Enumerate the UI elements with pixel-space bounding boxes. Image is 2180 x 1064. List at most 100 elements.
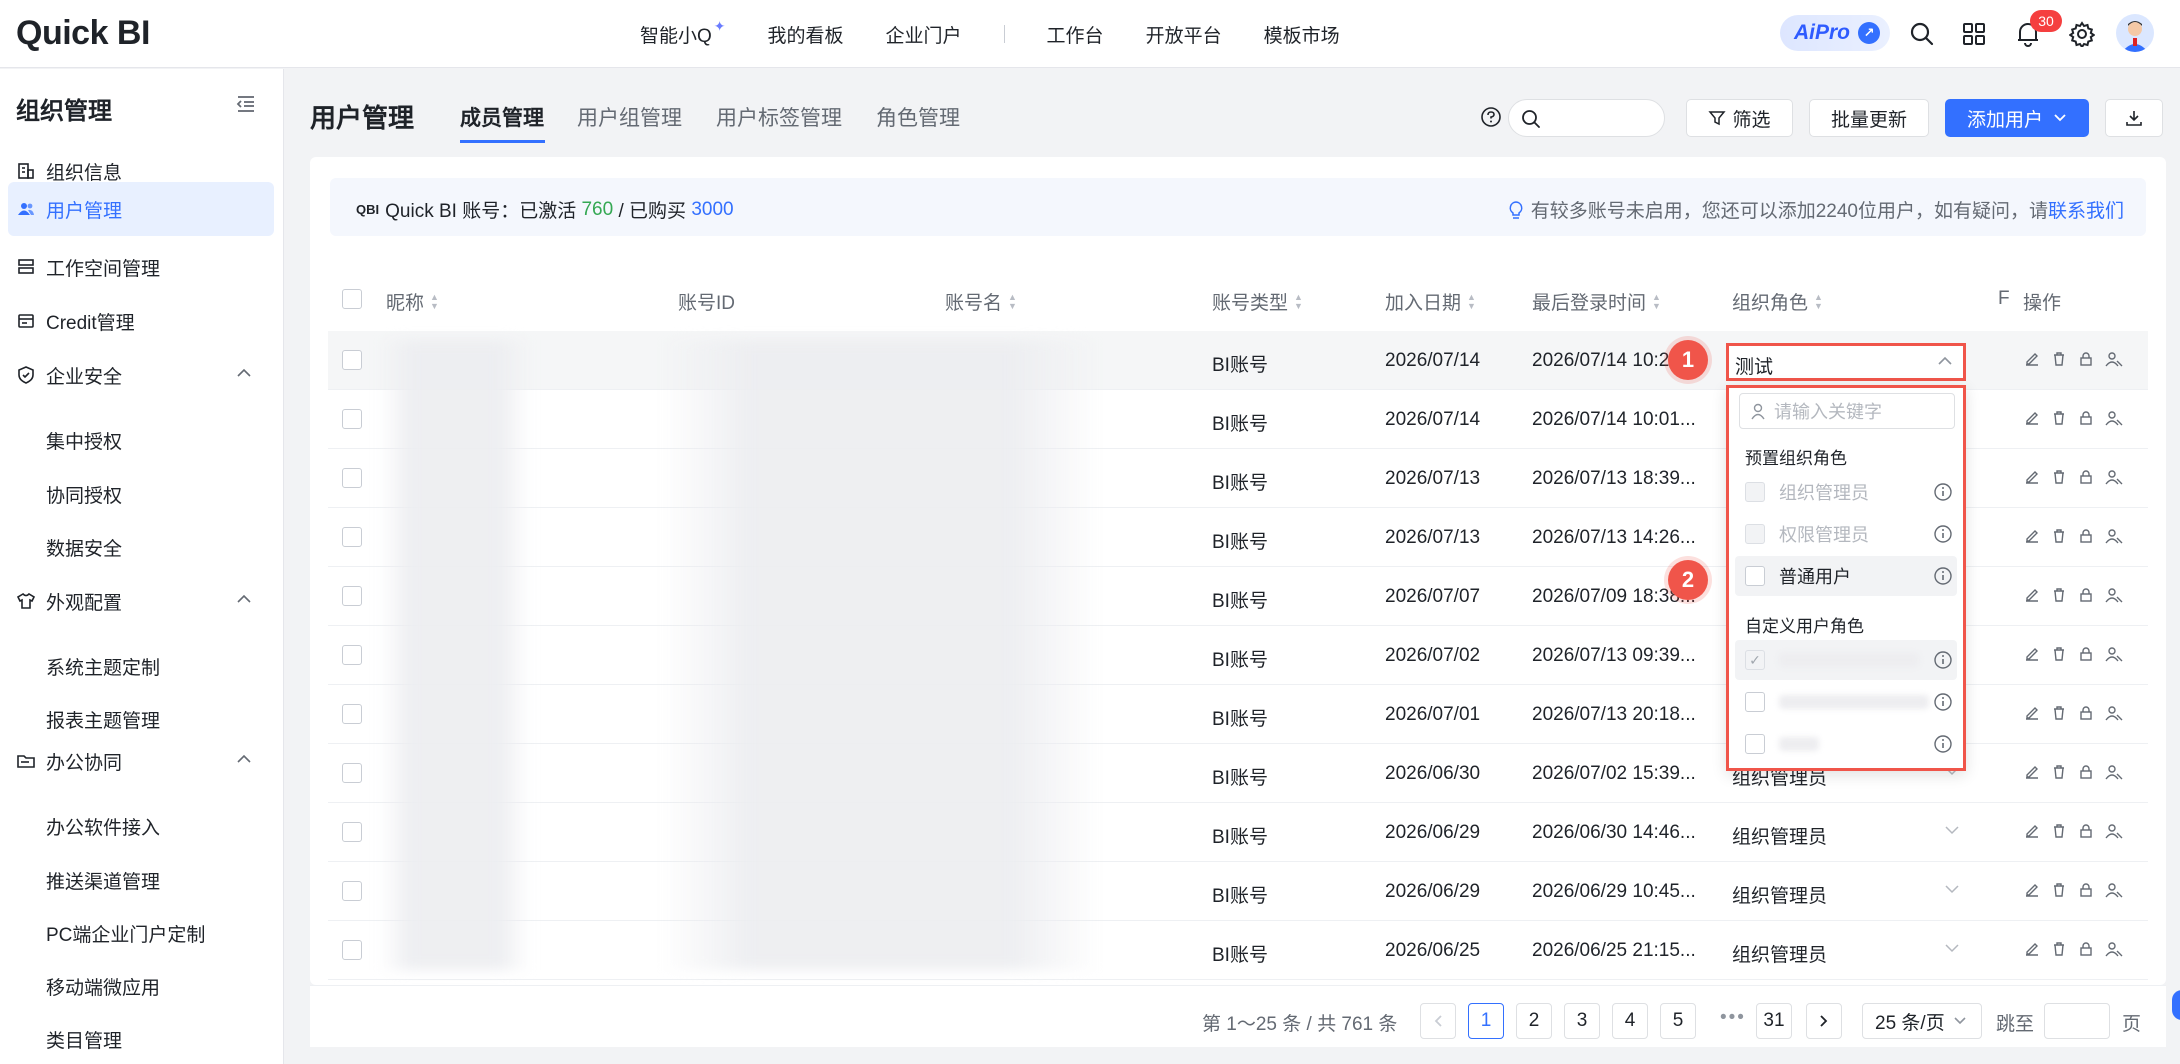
sort-icon[interactable]: ▲ ▼	[1652, 292, 1661, 311]
table-row[interactable]: BI账号 2026/06/29 2026/06/29 10:45... 组织管理员	[328, 862, 2148, 921]
row-checkbox[interactable]	[342, 822, 362, 842]
tab-members[interactable]: 成员管理	[460, 102, 544, 132]
user-transfer-icon[interactable]	[2105, 587, 2123, 603]
role-option-normal-user[interactable]: 普通用户	[1735, 556, 1957, 596]
top-menu-workbench[interactable]: 工作台	[1047, 21, 1104, 48]
user-transfer-icon[interactable]	[2105, 646, 2123, 662]
role-checkbox[interactable]	[1745, 566, 1765, 586]
trash-icon[interactable]	[2051, 469, 2067, 485]
column-account-name[interactable]: 账号名 ▲ ▼	[945, 288, 1017, 315]
edit-icon[interactable]	[2024, 705, 2040, 721]
page-button-4[interactable]: 4	[1612, 1003, 1648, 1039]
sort-icon[interactable]: ▲ ▼	[430, 292, 439, 311]
org-role-cell[interactable]: 组织管理员	[1732, 940, 1827, 967]
user-transfer-icon[interactable]	[2105, 705, 2123, 721]
lock-icon[interactable]	[2078, 469, 2094, 485]
trash-icon[interactable]	[2051, 882, 2067, 898]
lock-icon[interactable]	[2078, 587, 2094, 603]
chevron-down-icon[interactable]	[1944, 884, 1960, 894]
lock-icon[interactable]	[2078, 528, 2094, 544]
chevron-down-icon[interactable]	[1944, 943, 1960, 953]
sidebar-item-system-theme[interactable]: 系统主题定制	[46, 653, 160, 680]
sidebar-item-report-theme[interactable]: 报表主题管理	[46, 706, 160, 733]
edit-icon[interactable]	[2024, 351, 2040, 367]
checked-checkbox-icon[interactable]: ✓	[1745, 650, 1765, 670]
trash-icon[interactable]	[2051, 646, 2067, 662]
top-menu-smart-q[interactable]: 智能小Q ✦	[640, 18, 726, 48]
quick-bi-logo[interactable]: Quick BI	[16, 14, 150, 53]
search-input[interactable]	[1508, 99, 1665, 137]
sidebar-item-category[interactable]: 类目管理	[46, 1026, 122, 1053]
row-checkbox[interactable]	[342, 468, 362, 488]
trash-icon[interactable]	[2051, 351, 2067, 367]
sort-icon[interactable]: ▲ ▼	[1814, 292, 1823, 311]
user-transfer-icon[interactable]	[2105, 823, 2123, 839]
edit-icon[interactable]	[2024, 587, 2040, 603]
org-role-cell[interactable]: 组织管理员	[1732, 881, 1827, 908]
avatar[interactable]	[2116, 14, 2154, 52]
apps-grid-icon[interactable]	[1958, 18, 1990, 50]
table-row[interactable]: BI账号 2026/06/25 2026/06/25 21:15... 组织管理员	[328, 921, 2148, 980]
column-org-role[interactable]: 组织角色 ▲ ▼	[1732, 288, 1823, 315]
edit-icon[interactable]	[2024, 410, 2040, 426]
user-transfer-icon[interactable]	[2105, 528, 2123, 544]
edit-icon[interactable]	[2024, 469, 2040, 485]
edit-icon[interactable]	[2024, 764, 2040, 780]
column-join-date[interactable]: 加入日期 ▲ ▼	[1385, 288, 1476, 315]
batch-update-button[interactable]: 批量更新	[1809, 99, 1929, 137]
trash-icon[interactable]	[2051, 764, 2067, 780]
info-icon[interactable]	[1933, 650, 1953, 670]
page-button-5[interactable]: 5	[1660, 1003, 1696, 1039]
contact-us-link[interactable]: 联系我们	[2048, 196, 2124, 223]
sidebar-item-mobile-app[interactable]: 移动端微应用	[46, 973, 160, 1000]
sidebar-item-collab-auth[interactable]: 协同授权	[46, 481, 122, 508]
role-search-input[interactable]: 请输入关键字	[1739, 393, 1955, 429]
collapse-menu-icon[interactable]	[236, 95, 256, 119]
row-checkbox[interactable]	[342, 409, 362, 429]
lock-icon[interactable]	[2078, 941, 2094, 957]
role-option-custom-1[interactable]: ✓	[1735, 640, 1957, 680]
lock-icon[interactable]	[2078, 764, 2094, 780]
add-user-button[interactable]: 添加用户	[1945, 99, 2089, 137]
sidebar-item-office-software[interactable]: 办公软件接入	[46, 813, 160, 840]
role-option-custom-3[interactable]	[1735, 724, 1957, 764]
row-checkbox[interactable]	[342, 586, 362, 606]
row-checkbox[interactable]	[342, 527, 362, 547]
sidebar-item-workspace[interactable]: 工作空间管理	[8, 240, 274, 294]
trash-icon[interactable]	[2051, 587, 2067, 603]
top-menu-open-platform[interactable]: 开放平台	[1146, 21, 1222, 48]
role-checkbox[interactable]	[1745, 734, 1765, 754]
trash-icon[interactable]	[2051, 941, 2067, 957]
sort-icon[interactable]: ▲ ▼	[1467, 292, 1476, 311]
select-all-checkbox[interactable]	[342, 289, 362, 309]
lock-icon[interactable]	[2078, 882, 2094, 898]
user-transfer-icon[interactable]	[2105, 941, 2123, 957]
info-icon[interactable]	[1933, 566, 1953, 586]
table-row[interactable]: BI账号 2026/06/29 2026/06/30 14:46... 组织管理员	[328, 803, 2148, 862]
sidebar-item-appearance[interactable]: 外观配置	[8, 574, 274, 628]
filter-button[interactable]: 筛选	[1686, 99, 1793, 137]
user-transfer-icon[interactable]	[2105, 469, 2123, 485]
lock-icon[interactable]	[2078, 410, 2094, 426]
sidebar-item-user-management[interactable]: 用户管理	[8, 182, 274, 236]
gear-icon[interactable]	[2066, 18, 2098, 50]
ai-pro-button[interactable]: AiPro ↗	[1780, 15, 1890, 51]
org-role-select[interactable]: 测试	[1726, 343, 1966, 381]
chevron-down-icon[interactable]	[1944, 825, 1960, 835]
row-checkbox[interactable]	[342, 350, 362, 370]
edit-icon[interactable]	[2024, 646, 2040, 662]
sort-icon[interactable]: ▲ ▼	[1294, 292, 1303, 311]
search-icon[interactable]	[1906, 18, 1938, 50]
row-checkbox[interactable]	[342, 645, 362, 665]
role-checkbox[interactable]	[1745, 692, 1765, 712]
edit-icon[interactable]	[2024, 941, 2040, 957]
info-icon[interactable]	[1933, 692, 1953, 712]
lock-icon[interactable]	[2078, 351, 2094, 367]
column-nickname[interactable]: 昵称 ▲ ▼	[386, 288, 439, 315]
info-icon[interactable]	[1933, 524, 1953, 544]
page-size-select[interactable]: 25 条/页	[1862, 1003, 1982, 1039]
user-transfer-icon[interactable]	[2105, 764, 2123, 780]
lock-icon[interactable]	[2078, 646, 2094, 662]
top-menu-enterprise-portal[interactable]: 企业门户	[886, 21, 962, 48]
row-checkbox[interactable]	[342, 881, 362, 901]
